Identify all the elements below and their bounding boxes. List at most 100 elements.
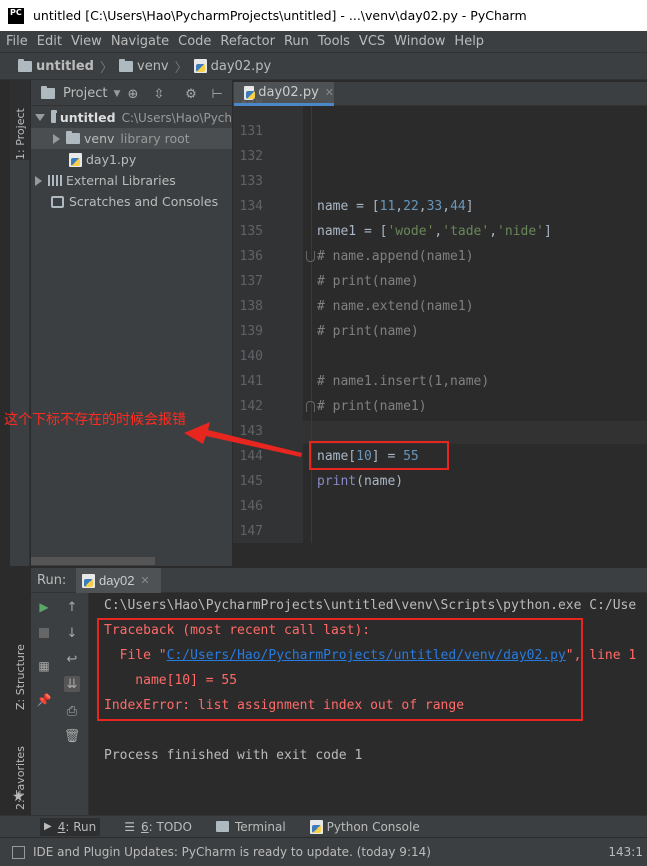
status-message[interactable]: IDE and Plugin Updates: PyCharm is ready… — [33, 845, 431, 859]
pin-icon[interactable]: 📌 — [36, 692, 52, 708]
run-tab-day02[interactable]: day02 ✕ — [76, 568, 161, 593]
code-token: ] — [544, 224, 552, 239]
fold-marker-icon[interactable] — [306, 251, 315, 262]
gear-icon[interactable]: ⚙ — [183, 86, 199, 102]
horizontal-scrollbar[interactable] — [31, 557, 155, 565]
menu-edit[interactable]: Edit — [37, 34, 62, 49]
line-number: 138 — [239, 299, 263, 314]
line-number: 134 — [239, 199, 263, 214]
breadcrumb-day02[interactable]: day02.py — [193, 59, 271, 74]
code-token: 11 — [379, 199, 396, 214]
close-icon[interactable]: ✕ — [140, 574, 149, 587]
code-token: , — [442, 199, 451, 214]
code-line[interactable]: # name.append(name1) — [317, 249, 474, 264]
print-icon[interactable]: ⎙ — [64, 703, 80, 719]
minimize-icon[interactable]: ⊢ — [209, 86, 225, 102]
code-token: ] — [465, 199, 474, 214]
expand-arrow-icon[interactable] — [35, 114, 45, 121]
code-token: , — [395, 199, 404, 214]
code-line[interactable]: # print(name) — [317, 274, 419, 289]
code-token: , — [418, 199, 427, 214]
console-line: Process finished with exit code 1 — [104, 748, 362, 763]
todo-list-icon: ☰ — [124, 819, 135, 834]
expand-arrow-icon[interactable] — [35, 175, 42, 186]
line-number: 139 — [239, 324, 263, 339]
bottom-tab-python-console[interactable]: Python Console — [309, 819, 420, 834]
soft-wrap-icon[interactable]: ↩ — [64, 651, 80, 667]
menu-refactor[interactable]: Refactor — [220, 34, 275, 49]
libraries-icon — [48, 175, 62, 186]
caret-position[interactable]: 143:1 — [608, 845, 643, 859]
bottom-tab-run[interactable]: ▶ 4: Run — [40, 817, 101, 836]
annotation-box-code — [309, 441, 449, 470]
annotation-arrow-icon — [184, 422, 302, 457]
menu-help[interactable]: Help — [454, 34, 484, 49]
menu-navigate[interactable]: Navigate — [111, 34, 169, 49]
code-line[interactable]: print(name) — [317, 474, 403, 489]
rerun-icon[interactable]: ▶ — [36, 599, 52, 615]
python-file-icon — [244, 85, 256, 100]
trash-icon[interactable]: 🗑 — [64, 728, 81, 744]
star-icon: ★ — [12, 788, 25, 804]
code-token: 'nide' — [497, 224, 545, 239]
line-number: 131 — [239, 124, 263, 139]
menu-tools[interactable]: Tools — [318, 34, 350, 49]
menu-vcs[interactable]: VCS — [359, 34, 385, 49]
status-panel-toggle-icon[interactable] — [12, 845, 25, 859]
python-file-icon — [69, 152, 82, 167]
code-line[interactable]: # name1.insert(1,name) — [317, 374, 489, 389]
tree-item-day1[interactable]: day1.py — [31, 149, 232, 170]
project-view-selector[interactable]: Project — [63, 86, 107, 101]
chevron-down-icon[interactable]: ▼ — [113, 89, 120, 99]
line-number: 136 — [239, 249, 263, 264]
stripe-structure-tab[interactable]: Z: Structure — [10, 620, 30, 710]
status-bar: IDE and Plugin Updates: PyCharm is ready… — [0, 837, 647, 866]
line-number: 137 — [239, 274, 263, 289]
menu-file[interactable]: File — [6, 34, 28, 49]
code-token: # name1.insert(1,name) — [317, 374, 490, 389]
pycharm-logo-icon: PC — [8, 7, 24, 24]
bottom-tab-todo[interactable]: ☰ 6: TODO — [124, 820, 192, 834]
code-line[interactable]: name1 = ['wode','tade','nide'] — [317, 224, 552, 239]
layout-icon[interactable]: ▦ — [36, 658, 52, 674]
code-token: 44 — [450, 199, 466, 214]
fold-marker-icon[interactable] — [306, 401, 315, 412]
annotation-text: 这个下标不存在的时候会报错 — [4, 412, 186, 428]
locate-icon[interactable]: ⊕ — [125, 86, 141, 102]
code-token: # name.append(name1) — [317, 249, 474, 264]
menu-view[interactable]: View — [71, 34, 102, 49]
code-line[interactable]: # print(name) — [317, 324, 419, 339]
line-number: 133 — [239, 174, 263, 189]
tree-item-scratches[interactable]: Scratches and Consoles — [31, 191, 232, 212]
tree-item-external-libraries[interactable]: External Libraries — [31, 170, 232, 191]
tree-item-untitled[interactable]: untitled C:\Users\Hao\Pych — [31, 107, 232, 128]
tree-item-venv[interactable]: venv library root — [31, 128, 232, 149]
terminal-icon — [215, 821, 229, 832]
breadcrumb-venv[interactable]: venv — [119, 58, 169, 74]
window-title: untitled [C:\Users\Hao\PycharmProjects\u… — [33, 8, 527, 23]
scroll-to-end-icon[interactable]: ⇊ — [64, 676, 80, 692]
python-console-icon — [309, 819, 323, 834]
arrow-up-icon[interactable]: ↑ — [64, 599, 80, 615]
folder-icon — [66, 131, 80, 144]
code-line[interactable]: # print(name1) — [317, 399, 427, 414]
menu-run[interactable]: Run — [284, 34, 309, 49]
project-folder-icon — [41, 86, 55, 99]
code-line[interactable]: # name.extend(name1) — [317, 299, 474, 314]
code-token: 33 — [426, 199, 443, 214]
menu-window[interactable]: Window — [394, 34, 445, 49]
bottom-tab-terminal[interactable]: Terminal — [215, 820, 286, 834]
close-icon[interactable]: ✕ — [325, 86, 334, 99]
menu-code[interactable]: Code — [178, 34, 211, 49]
stripe-project-tab[interactable]: 1: Project — [10, 80, 30, 160]
breadcrumb-untitled[interactable]: untitled — [18, 58, 94, 74]
run-label: Run: — [37, 572, 67, 588]
expand-arrow-icon[interactable] — [53, 133, 60, 144]
stop-icon[interactable] — [36, 625, 52, 641]
collapse-icon[interactable]: ⇳ — [151, 86, 167, 102]
code-line[interactable]: name = [11,22,33,44] — [317, 199, 474, 214]
line-number: 140 — [239, 349, 263, 364]
arrow-down-icon[interactable]: ↓ — [64, 625, 80, 641]
code-token: 'tade' — [442, 224, 490, 239]
code-token: print — [317, 474, 357, 489]
